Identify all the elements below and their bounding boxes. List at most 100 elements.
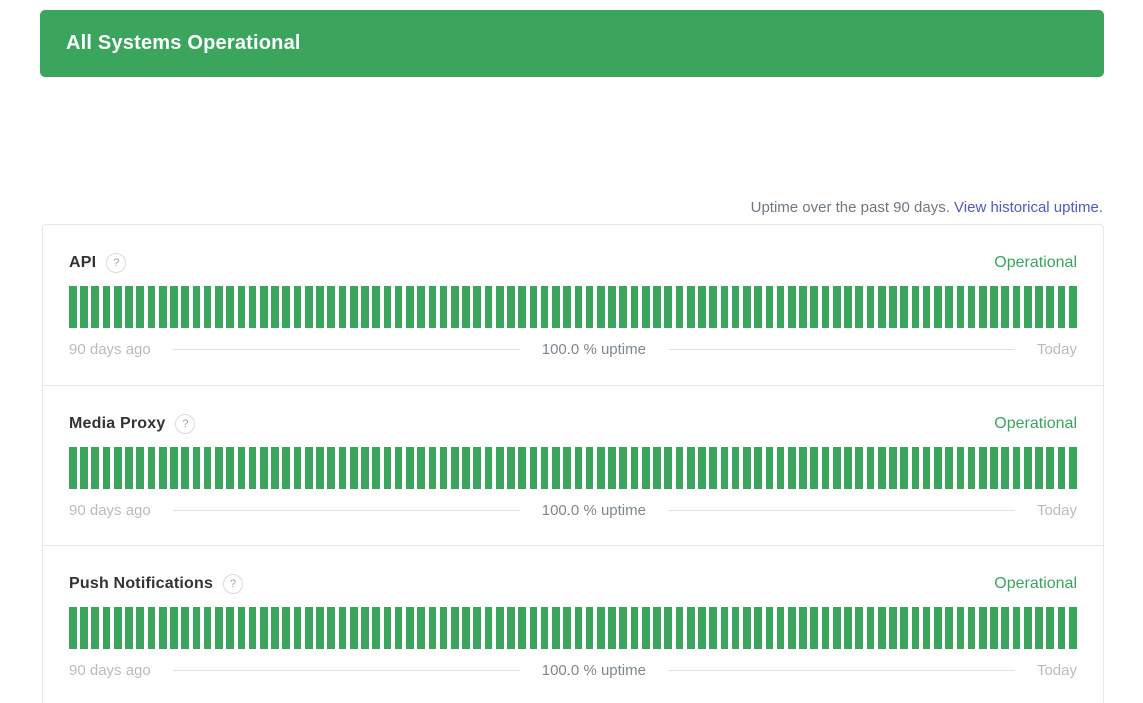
uptime-day-bar[interactable] bbox=[631, 447, 639, 489]
uptime-day-bar[interactable] bbox=[855, 286, 863, 328]
uptime-day-bar[interactable] bbox=[1035, 447, 1043, 489]
uptime-day-bar[interactable] bbox=[968, 286, 976, 328]
uptime-day-bar[interactable] bbox=[923, 607, 931, 649]
uptime-day-bar[interactable] bbox=[923, 286, 931, 328]
uptime-day-bar[interactable] bbox=[80, 607, 88, 649]
uptime-day-bar[interactable] bbox=[721, 447, 729, 489]
uptime-day-bar[interactable] bbox=[990, 607, 998, 649]
uptime-day-bar[interactable] bbox=[631, 286, 639, 328]
uptime-day-bar[interactable] bbox=[372, 447, 380, 489]
uptime-day-bar[interactable] bbox=[541, 607, 549, 649]
uptime-day-bar[interactable] bbox=[114, 447, 122, 489]
uptime-day-bar[interactable] bbox=[518, 447, 526, 489]
uptime-day-bar[interactable] bbox=[743, 447, 751, 489]
uptime-day-bar[interactable] bbox=[316, 286, 324, 328]
uptime-day-bar[interactable] bbox=[350, 447, 358, 489]
uptime-day-bar[interactable] bbox=[889, 286, 897, 328]
uptime-day-bar[interactable] bbox=[923, 447, 931, 489]
uptime-day-bar[interactable] bbox=[204, 447, 212, 489]
uptime-day-bar[interactable] bbox=[653, 286, 661, 328]
uptime-day-bar[interactable] bbox=[361, 286, 369, 328]
uptime-day-bar[interactable] bbox=[238, 447, 246, 489]
uptime-day-bar[interactable] bbox=[889, 607, 897, 649]
uptime-day-bar[interactable] bbox=[473, 447, 481, 489]
uptime-day-bar[interactable] bbox=[810, 607, 818, 649]
uptime-day-bar[interactable] bbox=[451, 447, 459, 489]
uptime-day-bar[interactable] bbox=[1058, 607, 1066, 649]
uptime-day-bar[interactable] bbox=[327, 607, 335, 649]
uptime-day-bar[interactable] bbox=[1024, 607, 1032, 649]
uptime-day-bar[interactable] bbox=[69, 447, 77, 489]
uptime-day-bar[interactable] bbox=[361, 607, 369, 649]
uptime-day-bar[interactable] bbox=[563, 607, 571, 649]
uptime-day-bar[interactable] bbox=[91, 607, 99, 649]
uptime-day-bar[interactable] bbox=[721, 286, 729, 328]
uptime-day-bar[interactable] bbox=[148, 607, 156, 649]
uptime-day-bar[interactable] bbox=[664, 607, 672, 649]
uptime-day-bar[interactable] bbox=[1001, 607, 1009, 649]
uptime-day-bar[interactable] bbox=[900, 447, 908, 489]
uptime-day-bar[interactable] bbox=[507, 447, 515, 489]
uptime-day-bar[interactable] bbox=[350, 607, 358, 649]
uptime-day-bar[interactable] bbox=[114, 607, 122, 649]
uptime-day-bar[interactable] bbox=[957, 286, 965, 328]
uptime-day-bar[interactable] bbox=[979, 447, 987, 489]
uptime-day-bar[interactable] bbox=[193, 286, 201, 328]
uptime-day-bar[interactable] bbox=[1013, 447, 1021, 489]
uptime-day-bar[interactable] bbox=[676, 286, 684, 328]
uptime-day-bar[interactable] bbox=[215, 607, 223, 649]
uptime-day-bar[interactable] bbox=[204, 607, 212, 649]
uptime-day-bar[interactable] bbox=[91, 447, 99, 489]
uptime-day-bar[interactable] bbox=[552, 286, 560, 328]
uptime-day-bar[interactable] bbox=[822, 447, 830, 489]
uptime-day-bar[interactable] bbox=[170, 286, 178, 328]
uptime-day-bar[interactable] bbox=[1058, 447, 1066, 489]
uptime-day-bar[interactable] bbox=[777, 286, 785, 328]
uptime-day-bar[interactable] bbox=[732, 286, 740, 328]
uptime-day-bar[interactable] bbox=[159, 447, 167, 489]
uptime-day-bar[interactable] bbox=[653, 447, 661, 489]
uptime-day-bar[interactable] bbox=[1069, 286, 1077, 328]
uptime-day-bar[interactable] bbox=[586, 286, 594, 328]
uptime-day-bar[interactable] bbox=[429, 447, 437, 489]
uptime-day-bar[interactable] bbox=[653, 607, 661, 649]
uptime-day-bar[interactable] bbox=[215, 286, 223, 328]
uptime-day-bar[interactable] bbox=[642, 607, 650, 649]
uptime-day-bar[interactable] bbox=[530, 286, 538, 328]
uptime-day-bar[interactable] bbox=[822, 286, 830, 328]
uptime-day-bar[interactable] bbox=[226, 607, 234, 649]
uptime-day-bar[interactable] bbox=[148, 447, 156, 489]
uptime-day-bar[interactable] bbox=[249, 286, 257, 328]
uptime-day-bar[interactable] bbox=[552, 607, 560, 649]
uptime-day-bar[interactable] bbox=[1046, 447, 1054, 489]
uptime-day-bar[interactable] bbox=[159, 607, 167, 649]
uptime-day-bar[interactable] bbox=[1024, 447, 1032, 489]
uptime-day-bar[interactable] bbox=[563, 286, 571, 328]
uptime-day-bar[interactable] bbox=[271, 607, 279, 649]
uptime-day-bar[interactable] bbox=[1001, 447, 1009, 489]
uptime-day-bar[interactable] bbox=[125, 286, 133, 328]
uptime-day-bar[interactable] bbox=[597, 447, 605, 489]
uptime-day-bar[interactable] bbox=[1035, 286, 1043, 328]
uptime-day-bar[interactable] bbox=[496, 286, 504, 328]
uptime-day-bar[interactable] bbox=[294, 607, 302, 649]
uptime-day-bar[interactable] bbox=[810, 286, 818, 328]
uptime-day-bar[interactable] bbox=[282, 607, 290, 649]
uptime-day-bar[interactable] bbox=[170, 607, 178, 649]
uptime-day-bar[interactable] bbox=[462, 607, 470, 649]
uptime-day-bar[interactable] bbox=[878, 607, 886, 649]
uptime-day-bar[interactable] bbox=[563, 447, 571, 489]
uptime-day-bar[interactable] bbox=[294, 447, 302, 489]
uptime-day-bar[interactable] bbox=[575, 286, 583, 328]
uptime-day-bar[interactable] bbox=[530, 447, 538, 489]
uptime-day-bar[interactable] bbox=[608, 286, 616, 328]
uptime-day-bar[interactable] bbox=[193, 607, 201, 649]
uptime-day-bar[interactable] bbox=[957, 447, 965, 489]
uptime-day-bar[interactable] bbox=[496, 607, 504, 649]
uptime-day-bar[interactable] bbox=[417, 286, 425, 328]
uptime-day-bar[interactable] bbox=[1058, 286, 1066, 328]
uptime-day-bar[interactable] bbox=[518, 607, 526, 649]
help-icon[interactable]: ? bbox=[175, 414, 195, 434]
uptime-day-bar[interactable] bbox=[934, 607, 942, 649]
uptime-day-bar[interactable] bbox=[327, 286, 335, 328]
